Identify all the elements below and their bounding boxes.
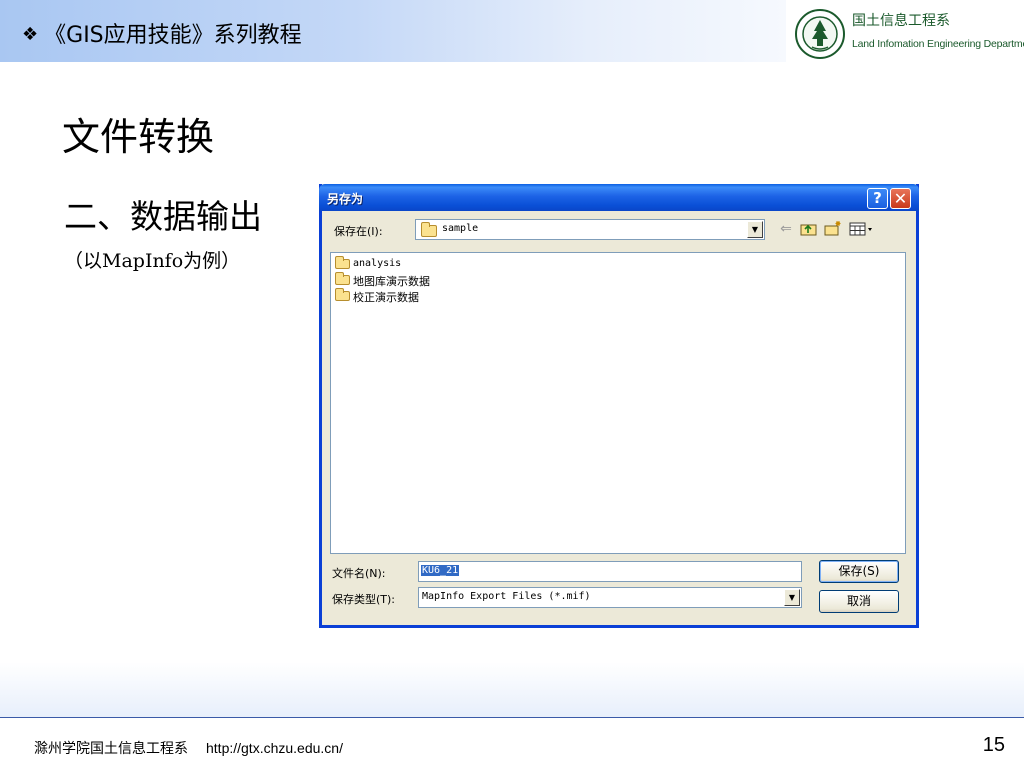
- file-type-value: MapInfo Export Files (*.mif): [422, 591, 591, 602]
- slide-title: 文件转换: [62, 115, 215, 159]
- chevron-down-icon[interactable]: ▼: [747, 221, 763, 238]
- logo-english-name: Land Infomation Engineering Department: [852, 38, 1024, 50]
- section-note: （以MapInfo为例）: [64, 250, 241, 272]
- footer-url[interactable]: http://gtx.chzu.edu.cn/: [206, 740, 343, 756]
- save-in-value: sample: [442, 223, 479, 234]
- department-logo: 国土信息工程系 Land Infomation Engineering Depa…: [786, 0, 1024, 62]
- chevron-down-icon[interactable]: ▼: [784, 589, 800, 606]
- up-folder-icon[interactable]: [800, 220, 818, 238]
- footer-gradient: [0, 662, 1024, 720]
- header-title: ❖ 《GIS应用技能》系列教程: [22, 17, 302, 49]
- dialog-title: 另存为: [327, 192, 364, 206]
- university-seal-icon: [795, 9, 845, 59]
- save-in-label: 保存在(I):: [334, 225, 383, 238]
- help-button[interactable]: ?: [867, 188, 888, 209]
- back-arrow-icon[interactable]: ⇐: [777, 220, 795, 238]
- series-title: 《GIS应用技能》系列教程: [44, 23, 302, 48]
- file-name-input[interactable]: KU6_21: [418, 561, 802, 582]
- footer-text: 滁州学院国土信息工程系 http://gtx.chzu.edu.cn/: [34, 738, 343, 758]
- page-number: 15: [982, 734, 1005, 756]
- save-button[interactable]: 保存(S): [819, 560, 899, 583]
- file-name: analysis: [353, 258, 402, 269]
- file-name: 校正演示数据: [353, 291, 419, 304]
- logo-chinese-name: 国土信息工程系: [852, 13, 950, 29]
- footer-org: 滁州学院国土信息工程系: [34, 741, 188, 757]
- save-in-dropdown[interactable]: sample ▼: [415, 219, 765, 240]
- close-button[interactable]: ✕: [890, 188, 911, 209]
- section-heading: 二、数据输出: [64, 197, 262, 236]
- file-type-dropdown[interactable]: MapInfo Export Files (*.mif) ▼: [418, 587, 802, 608]
- file-name-value: KU6_21: [421, 565, 460, 576]
- slide-header: ❖ 《GIS应用技能》系列教程: [0, 0, 786, 62]
- file-list[interactable]: analysis 地图库演示数据 校正演示数据: [330, 252, 906, 554]
- slide-footer: 滁州学院国土信息工程系 http://gtx.chzu.edu.cn/ 15: [0, 717, 1024, 768]
- folder-icon: [335, 256, 350, 269]
- diamond-bullet-icon: ❖: [22, 24, 39, 45]
- dialog-titlebar[interactable]: 另存为 ? ✕: [319, 184, 919, 211]
- folder-icon: [335, 288, 350, 301]
- new-folder-icon[interactable]: [824, 220, 842, 238]
- file-name: 地图库演示数据: [353, 275, 430, 288]
- folder-icon: [421, 222, 437, 237]
- folder-icon: [335, 272, 350, 285]
- cancel-button[interactable]: 取消: [819, 590, 899, 613]
- file-type-label: 保存类型(T):: [332, 593, 396, 606]
- save-as-dialog: 另存为 ? ✕ 保存在(I): sample ▼ ⇐ analysis 地图库演…: [319, 184, 919, 628]
- view-menu-icon[interactable]: [849, 220, 875, 238]
- file-name-label: 文件名(N):: [332, 567, 386, 580]
